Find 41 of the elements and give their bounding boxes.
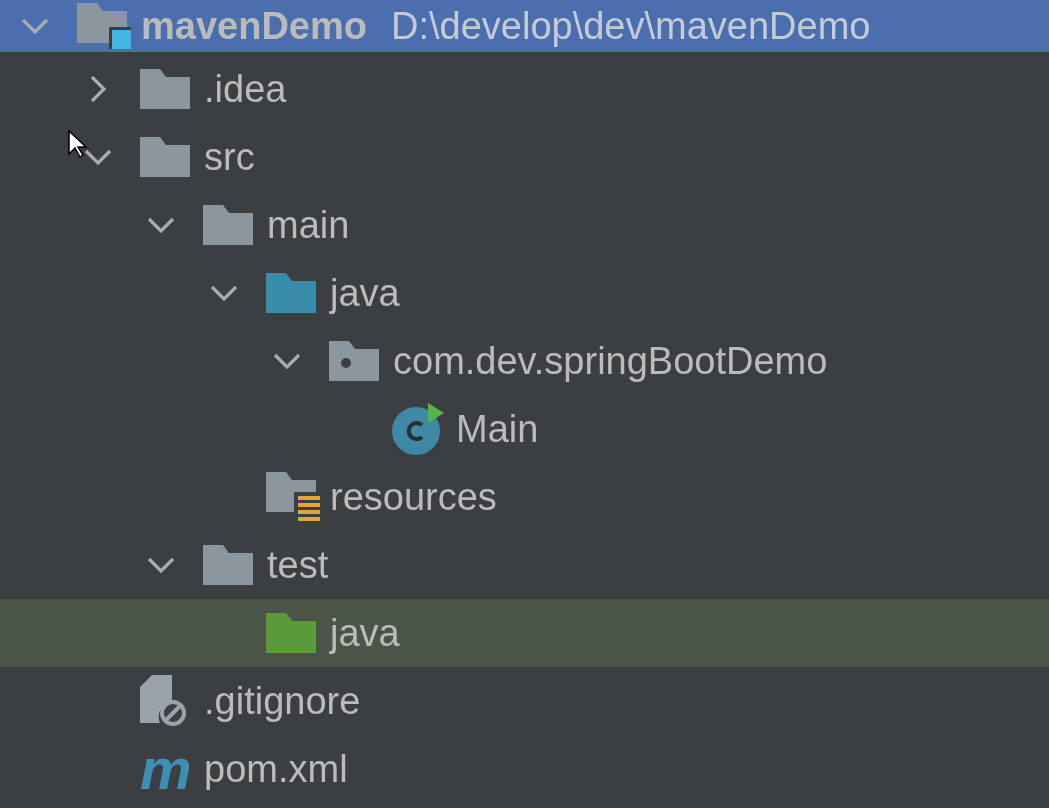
class-icon — [392, 403, 444, 455]
chevron-down-icon[interactable] — [209, 284, 239, 302]
folder-icon — [140, 69, 190, 109]
tree-item-label[interactable]: src — [204, 135, 255, 179]
tree-row[interactable]: java — [0, 259, 1049, 327]
package-folder-icon — [329, 341, 379, 381]
chevron-down-icon[interactable] — [146, 556, 176, 574]
tree-row[interactable]: test — [0, 531, 1049, 599]
tree-item-label[interactable]: com.dev.springBootDemo — [393, 339, 828, 383]
tree-row[interactable]: com.dev.springBootDemo — [0, 327, 1049, 395]
tree-item-label[interactable]: .idea — [204, 67, 287, 111]
tree-row[interactable]: .idea — [0, 55, 1049, 123]
chevron-down-icon[interactable] — [272, 352, 302, 370]
tree-row[interactable]: m pom.xml — [0, 735, 1049, 803]
tree-item-label[interactable]: java — [330, 611, 400, 655]
folder-icon — [77, 3, 131, 49]
project-path: D:\develop\dev\mavenDemo — [391, 4, 871, 48]
tree-row[interactable]: .gitignore — [0, 667, 1049, 735]
resources-folder-icon — [266, 472, 320, 522]
tree-item-label[interactable]: .gitignore — [204, 679, 361, 723]
chevron-down-icon[interactable] — [146, 216, 176, 234]
maven-logo-icon: m — [140, 740, 192, 798]
tree-item-label[interactable]: java — [330, 271, 400, 315]
tree-item-label[interactable]: pom.xml — [204, 747, 348, 791]
tree-item-label[interactable]: main — [267, 203, 350, 247]
tree-item-label[interactable]: resources — [330, 475, 497, 519]
folder-icon — [203, 545, 253, 585]
folder-icon — [203, 205, 253, 245]
mouse-pointer-icon — [68, 130, 88, 158]
chevron-right-icon[interactable] — [89, 74, 107, 104]
tree-item-label[interactable]: test — [267, 543, 329, 587]
folder-icon — [266, 273, 316, 313]
chevron-down-icon[interactable] — [83, 148, 113, 166]
tree-item-label[interactable]: Main — [456, 407, 539, 451]
tree-row[interactable]: main — [0, 191, 1049, 259]
tree-row[interactable]: Main — [0, 395, 1049, 463]
folder-icon — [266, 613, 316, 653]
tree-row[interactable]: java — [0, 599, 1049, 667]
tree-row[interactable]: src — [0, 123, 1049, 191]
tree-row[interactable]: resources — [0, 463, 1049, 531]
folder-icon — [140, 137, 190, 177]
